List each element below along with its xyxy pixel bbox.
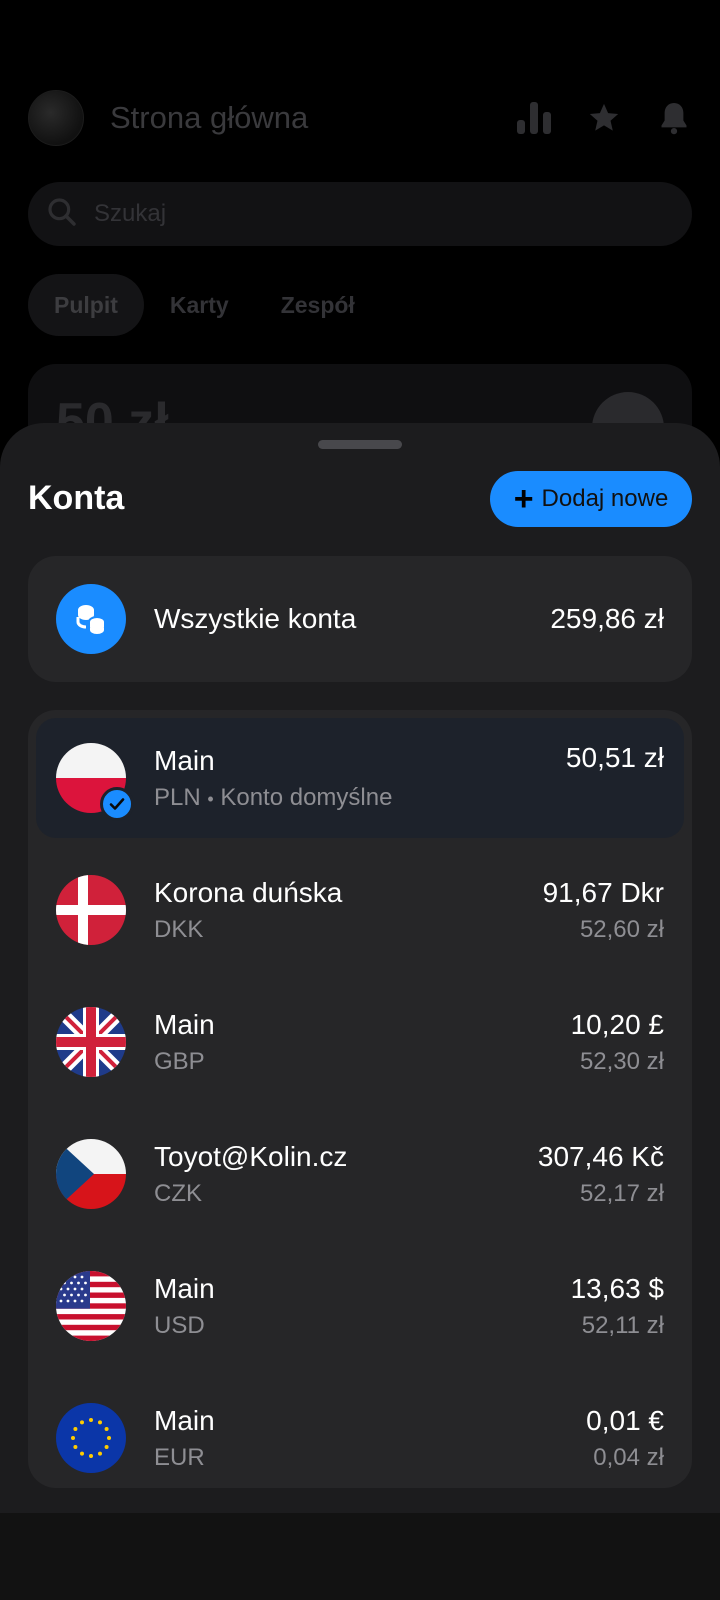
all-accounts-row[interactable]: Wszystkie konta 259,86 zł [28, 556, 692, 682]
account-amount: 91,67 Dkr [542, 877, 664, 908]
account-currency: EUR [154, 1444, 205, 1471]
account-row-gbp[interactable]: Main GBP 10,20 £ 52,30 zł [36, 982, 684, 1102]
account-converted: 52,30 zł [579, 1048, 664, 1075]
denmark-flag-icon [56, 875, 126, 945]
checkmark-icon [100, 787, 134, 821]
account-name: Main [154, 1273, 215, 1304]
coins-icon [56, 584, 126, 654]
add-new-account-button[interactable]: + Dodaj nowe [490, 471, 692, 527]
account-subtitle: PLN • Konto domyślne [154, 783, 566, 814]
account-row-czk[interactable]: Toyot@Kolin.cz CZK 307,46 Kč 52,17 zł [36, 1114, 684, 1234]
account-name: Korona duńska [154, 877, 343, 908]
czech-flag-icon [56, 1139, 126, 1209]
accounts-list: Main PLN • Konto domyślne 50,51 zł Koron… [28, 710, 692, 1488]
account-converted: 52,17 zł [579, 1180, 664, 1207]
all-accounts-label: Wszystkie konta [154, 603, 357, 634]
search-icon [46, 196, 78, 233]
account-currency: CZK [154, 1180, 202, 1207]
account-converted: 52,60 zł [579, 916, 664, 943]
subtitle-separator: • [207, 788, 214, 809]
account-amount: 13,63 $ [570, 1273, 664, 1304]
star-icon[interactable] [586, 100, 622, 136]
account-converted: 0,04 zł [593, 1444, 664, 1471]
plus-icon: + [513, 480, 534, 518]
avatar[interactable] [28, 90, 84, 146]
bell-icon[interactable] [656, 100, 692, 136]
default-account-note: Konto domyślne [220, 783, 393, 811]
sheet-title: Konta [28, 479, 125, 517]
usa-flag-icon [56, 1271, 126, 1341]
top-bar: Strona główna [28, 88, 692, 148]
account-currency: GBP [154, 1048, 205, 1075]
account-amount: 0,01 € [586, 1405, 664, 1436]
all-accounts-amount: 259,86 zł [550, 603, 664, 634]
account-converted: 52,11 zł [581, 1312, 664, 1339]
account-currency: USD [154, 1312, 205, 1339]
account-name: Main [154, 1009, 215, 1040]
account-row-eur[interactable]: Main EUR 0,01 € 0,04 zł [36, 1378, 684, 1498]
account-row-dkk[interactable]: Korona duńska DKK 91,67 Dkr 52,60 zł [36, 850, 684, 970]
account-name: Main [154, 1405, 215, 1436]
search-placeholder: Szukaj [94, 200, 167, 227]
tab-karty[interactable]: Karty [144, 274, 255, 336]
tab-zespol[interactable]: Zespół [255, 274, 381, 336]
search-input[interactable]: Szukaj [28, 182, 692, 246]
page-title: Strona główna [110, 100, 309, 135]
account-amount: 50,51 zł [565, 742, 664, 773]
account-currency: DKK [154, 916, 204, 943]
account-amount: 10,20 £ [570, 1009, 664, 1040]
tab-bar: Pulpit Karty Zespół [28, 274, 381, 336]
accounts-sheet: Konta + Dodaj nowe Wszystkie konta 259,8… [0, 423, 720, 1513]
system-nav-bar [0, 1513, 720, 1600]
sheet-drag-handle[interactable] [318, 440, 402, 449]
eu-flag-icon [56, 1403, 126, 1473]
account-row-pln[interactable]: Main PLN • Konto domyślne 50,51 zł [36, 718, 684, 838]
account-row-usd[interactable]: Main USD 13,63 $ 52,11 zł [36, 1246, 684, 1366]
add-button-label: Dodaj nowe [541, 485, 669, 512]
account-name: Main [154, 744, 215, 776]
account-amount: 307,46 Kč [537, 1141, 664, 1172]
uk-flag-icon [56, 1007, 126, 1077]
stats-icon[interactable] [516, 100, 552, 136]
account-currency: PLN [154, 783, 201, 811]
account-name: Toyot@Kolin.cz [154, 1141, 348, 1172]
tab-pulpit[interactable]: Pulpit [28, 274, 144, 336]
